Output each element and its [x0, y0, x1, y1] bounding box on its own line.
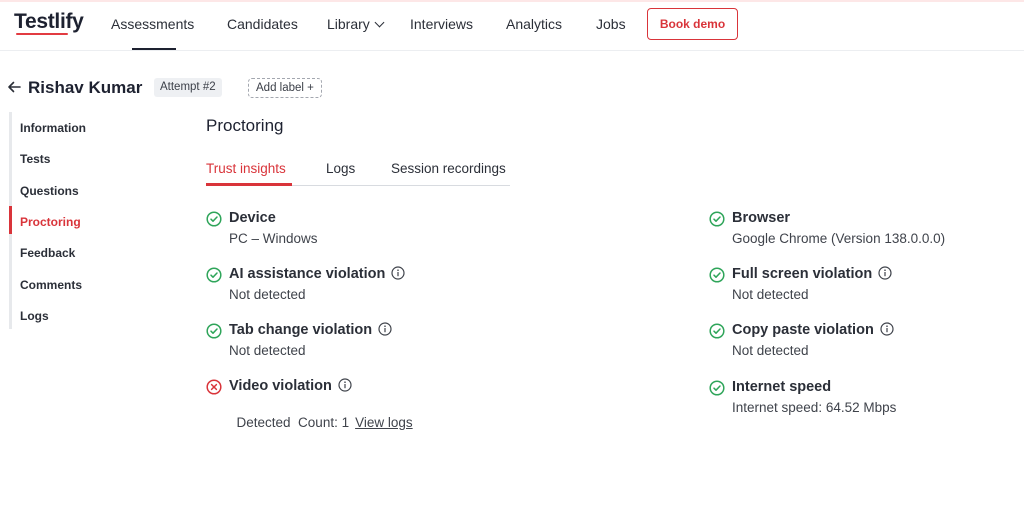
nav-jobs[interactable]: Jobs [596, 16, 626, 32]
info-icon[interactable] [378, 322, 392, 336]
insight-title-copy-paste: Copy paste violation [732, 322, 894, 338]
check-circle-icon [206, 211, 222, 227]
insight-value: Internet speed: 64.52 Mbps [732, 400, 897, 415]
sidebar-item-comments[interactable]: Comments [20, 278, 82, 292]
insight-title-full-screen: Full screen violation [732, 266, 892, 282]
x-circle-icon [206, 379, 222, 395]
tab-trust-insights[interactable]: Trust insights [206, 161, 286, 176]
insight-title: Internet speed [732, 379, 832, 395]
nav-library-label: Library [327, 16, 370, 32]
page-title: Proctoring [206, 116, 284, 135]
nav-analytics[interactable]: Analytics [506, 16, 562, 32]
candidate-name: Rishav Kumar [28, 78, 143, 97]
info-icon[interactable] [880, 322, 894, 336]
sidebar-item-logs[interactable]: Logs [20, 309, 49, 323]
tab-active-indicator [206, 183, 292, 186]
insight-title: Device [229, 210, 276, 226]
top-navbar: Testlify Assessments Candidates Library … [0, 0, 1024, 51]
insight-value-video: Detected Count: 1 View logs [229, 400, 413, 430]
check-circle-icon [709, 267, 725, 283]
insight-title-text: Full screen violation [732, 266, 873, 282]
sidebar-item-proctoring[interactable]: Proctoring [20, 215, 81, 229]
attempt-badge: Attempt #2 [154, 78, 222, 97]
book-demo-button[interactable]: Book demo [647, 8, 738, 40]
insight-title-ai-assistance: AI assistance violation [229, 266, 405, 282]
nav-assessments[interactable]: Assessments [111, 16, 194, 32]
check-circle-icon [206, 323, 222, 339]
chevron-down-icon [374, 17, 385, 28]
add-label-button[interactable]: Add label + [248, 78, 322, 98]
insight-title-text: Video violation [229, 378, 332, 394]
insight-title-text: Tab change violation [229, 322, 373, 338]
brand-logo[interactable]: Testlify [14, 10, 84, 34]
insight-title-text: AI assistance violation [229, 266, 386, 282]
insight-value: Google Chrome (Version 138.0.0.0) [732, 231, 946, 246]
insight-value: Not detected [229, 343, 306, 358]
info-icon[interactable] [878, 266, 892, 280]
insight-title-text: Copy paste violation [732, 322, 874, 338]
sidebar-item-tests[interactable]: Tests [20, 152, 50, 166]
sidebar-item-information[interactable]: Information [20, 121, 86, 135]
logo-underline [16, 33, 68, 35]
sidebar-item-feedback[interactable]: Feedback [20, 246, 75, 260]
tab-logs[interactable]: Logs [326, 161, 355, 176]
insight-value-text: Detected Count: 1 [236, 415, 350, 430]
view-logs-link[interactable]: View logs [355, 415, 413, 430]
check-circle-icon [709, 323, 725, 339]
info-icon[interactable] [391, 266, 405, 280]
back-arrow-icon[interactable] [7, 80, 21, 94]
insight-value: Not detected [229, 287, 306, 302]
insight-title: Browser [732, 210, 791, 226]
insight-value: PC – Windows [229, 231, 318, 246]
check-circle-icon [709, 380, 725, 396]
check-circle-icon [206, 267, 222, 283]
insight-value: Not detected [732, 287, 809, 302]
insight-title-tab-change: Tab change violation [229, 322, 392, 338]
sidebar-item-questions[interactable]: Questions [20, 184, 79, 198]
check-circle-icon [709, 211, 725, 227]
tab-session-recordings[interactable]: Session recordings [391, 161, 506, 176]
info-icon[interactable] [338, 378, 352, 392]
nav-candidates[interactable]: Candidates [227, 16, 298, 32]
top-accent-strip [0, 0, 1024, 2]
nav-active-indicator [132, 48, 176, 50]
nav-library[interactable]: Library [327, 16, 385, 32]
sidebar-active-indicator [9, 206, 12, 234]
nav-interviews[interactable]: Interviews [410, 16, 473, 32]
insight-title-video: Video violation [229, 378, 352, 394]
insight-value: Not detected [732, 343, 809, 358]
